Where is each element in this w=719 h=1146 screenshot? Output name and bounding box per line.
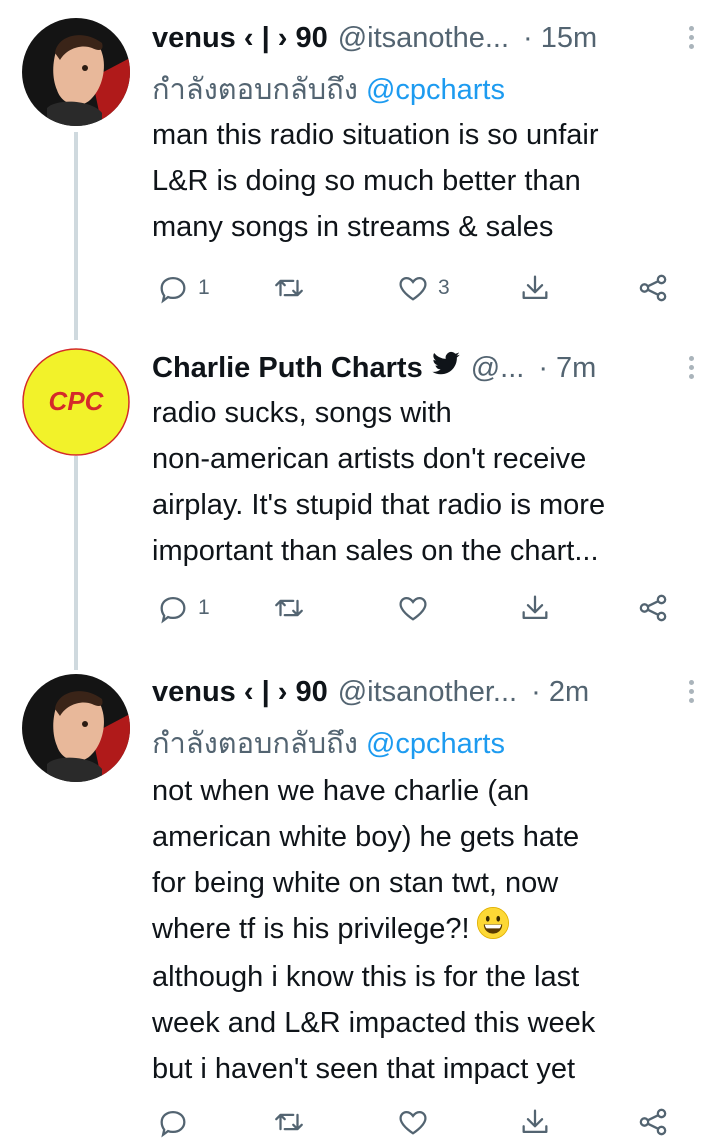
reply-button[interactable]: 1 <box>156 266 210 310</box>
share-icon <box>522 1109 548 1134</box>
display-name[interactable]: venus ‹ | › 90 <box>152 676 328 709</box>
verified-bird-icon <box>431 351 461 385</box>
retweet-button[interactable] <box>272 1100 314 1144</box>
reply-context: กำลังตอบกลับถึง @cpcharts <box>152 720 505 766</box>
like-icon <box>399 1110 427 1135</box>
tweet-line: but i haven't seen that impact yet <box>152 1053 576 1086</box>
share-icon <box>522 275 548 300</box>
action-bar <box>152 1100 692 1144</box>
display-name[interactable]: venus ‹ | › 90 <box>152 22 328 55</box>
reply-context: กำลังตอบกลับถึง @cpcharts <box>152 66 505 112</box>
tweet-line: radio sucks, songs with <box>152 397 452 429</box>
retweet-icon <box>275 279 303 297</box>
tweet[interactable]: venus ‹ | › 90 @itsanothe... · 15m กำลัง… <box>0 0 719 330</box>
tweet-line: where tf is his privilege?! <box>152 913 470 945</box>
grinning-emoji <box>476 906 510 954</box>
share-button[interactable] <box>518 1100 552 1144</box>
reply-icon <box>160 1110 186 1138</box>
reply-mention[interactable]: @cpcharts <box>366 728 505 760</box>
tweet-line: man this radio situation is so unfair <box>152 119 599 151</box>
tweet-line: week and L&R impacted this week <box>152 1007 596 1040</box>
tweet[interactable]: CPC Charlie Puth Charts @... · 7m radio … <box>0 340 719 660</box>
user-handle[interactable]: @itsanother... <box>338 676 517 709</box>
tweet-line-with-emoji: where tf is his privilege?! <box>152 906 707 954</box>
reply-count: 1 <box>198 596 210 619</box>
reply-prefix: กำลังตอบกลับถึง <box>152 74 358 106</box>
retweet-button[interactable] <box>272 586 314 630</box>
connect-icon <box>639 594 667 622</box>
like-button[interactable] <box>396 586 438 630</box>
avatar[interactable] <box>22 18 130 126</box>
tweet-line: important than sales on the chart... <box>152 535 599 567</box>
tweet-text: radio sucks, songs with non-american art… <box>152 390 707 574</box>
reply-mention[interactable]: @cpcharts <box>366 74 505 106</box>
tweet[interactable]: venus ‹ | › 90 @itsanother... · 2m กำลัง… <box>0 664 719 1146</box>
tweet-line: L&R is doing so much better than <box>152 165 581 197</box>
retweet-icon <box>275 1113 303 1131</box>
like-button[interactable]: 3 <box>396 266 450 310</box>
tweet-line: although i know this is for the last <box>152 961 580 994</box>
cpc-logo-text: CPC <box>49 386 105 416</box>
avatar[interactable] <box>22 674 130 782</box>
more-icon[interactable] <box>685 26 697 49</box>
reply-button[interactable] <box>156 1100 198 1144</box>
reply-button[interactable]: 1 <box>156 586 210 630</box>
like-icon <box>399 276 427 301</box>
tweet-header: venus ‹ | › 90 @itsanothe... · 15m <box>152 18 697 58</box>
more-icon[interactable] <box>685 356 697 379</box>
more-icon[interactable] <box>685 680 697 703</box>
tweet-line: airplay. It's stupid that radio is more <box>152 489 606 521</box>
tweet-text: not when we have charlie (an american wh… <box>152 768 707 1092</box>
reply-icon <box>160 276 186 304</box>
user-handle[interactable]: @... <box>471 352 525 385</box>
tweet-header: Charlie Puth Charts @... · 7m <box>152 348 697 388</box>
share-button[interactable] <box>518 586 552 630</box>
connect-icon <box>639 1108 667 1136</box>
reply-count: 1 <box>198 276 210 299</box>
tweet-line: for being white on stan twt, now <box>152 867 559 899</box>
like-button[interactable] <box>396 1100 438 1144</box>
tweet-line: not when we have charlie (an <box>152 775 530 807</box>
connect-button[interactable] <box>636 266 670 310</box>
timestamp[interactable]: · 7m <box>538 352 596 385</box>
action-bar: 1 3 <box>152 266 692 310</box>
connect-button[interactable] <box>636 1100 670 1144</box>
tweet-line: many songs in streams & sales <box>152 211 554 243</box>
reply-icon <box>160 596 186 624</box>
reply-prefix: กำลังตอบกลับถึง <box>152 728 358 760</box>
share-icon <box>522 595 548 620</box>
action-bar: 1 <box>152 586 692 630</box>
display-name[interactable]: Charlie Puth Charts <box>152 352 423 385</box>
tweet-line: non-american artists don't receive <box>152 443 587 475</box>
like-icon <box>399 596 427 621</box>
timestamp[interactable]: · 15m <box>523 22 597 55</box>
timestamp[interactable]: · 2m <box>531 676 589 709</box>
like-count: 3 <box>438 276 450 299</box>
connect-button[interactable] <box>636 586 670 630</box>
share-button[interactable] <box>518 266 552 310</box>
retweet-button[interactable] <box>272 266 314 310</box>
retweet-icon <box>275 599 303 617</box>
user-handle[interactable]: @itsanothe... <box>338 22 509 55</box>
tweet-line: american white boy) he gets hate <box>152 821 580 853</box>
tweet-header: venus ‹ | › 90 @itsanother... · 2m <box>152 672 697 712</box>
tweet-text: man this radio situation is so unfair L&… <box>152 112 707 250</box>
connect-icon <box>639 274 667 302</box>
avatar[interactable]: CPC <box>22 348 130 456</box>
